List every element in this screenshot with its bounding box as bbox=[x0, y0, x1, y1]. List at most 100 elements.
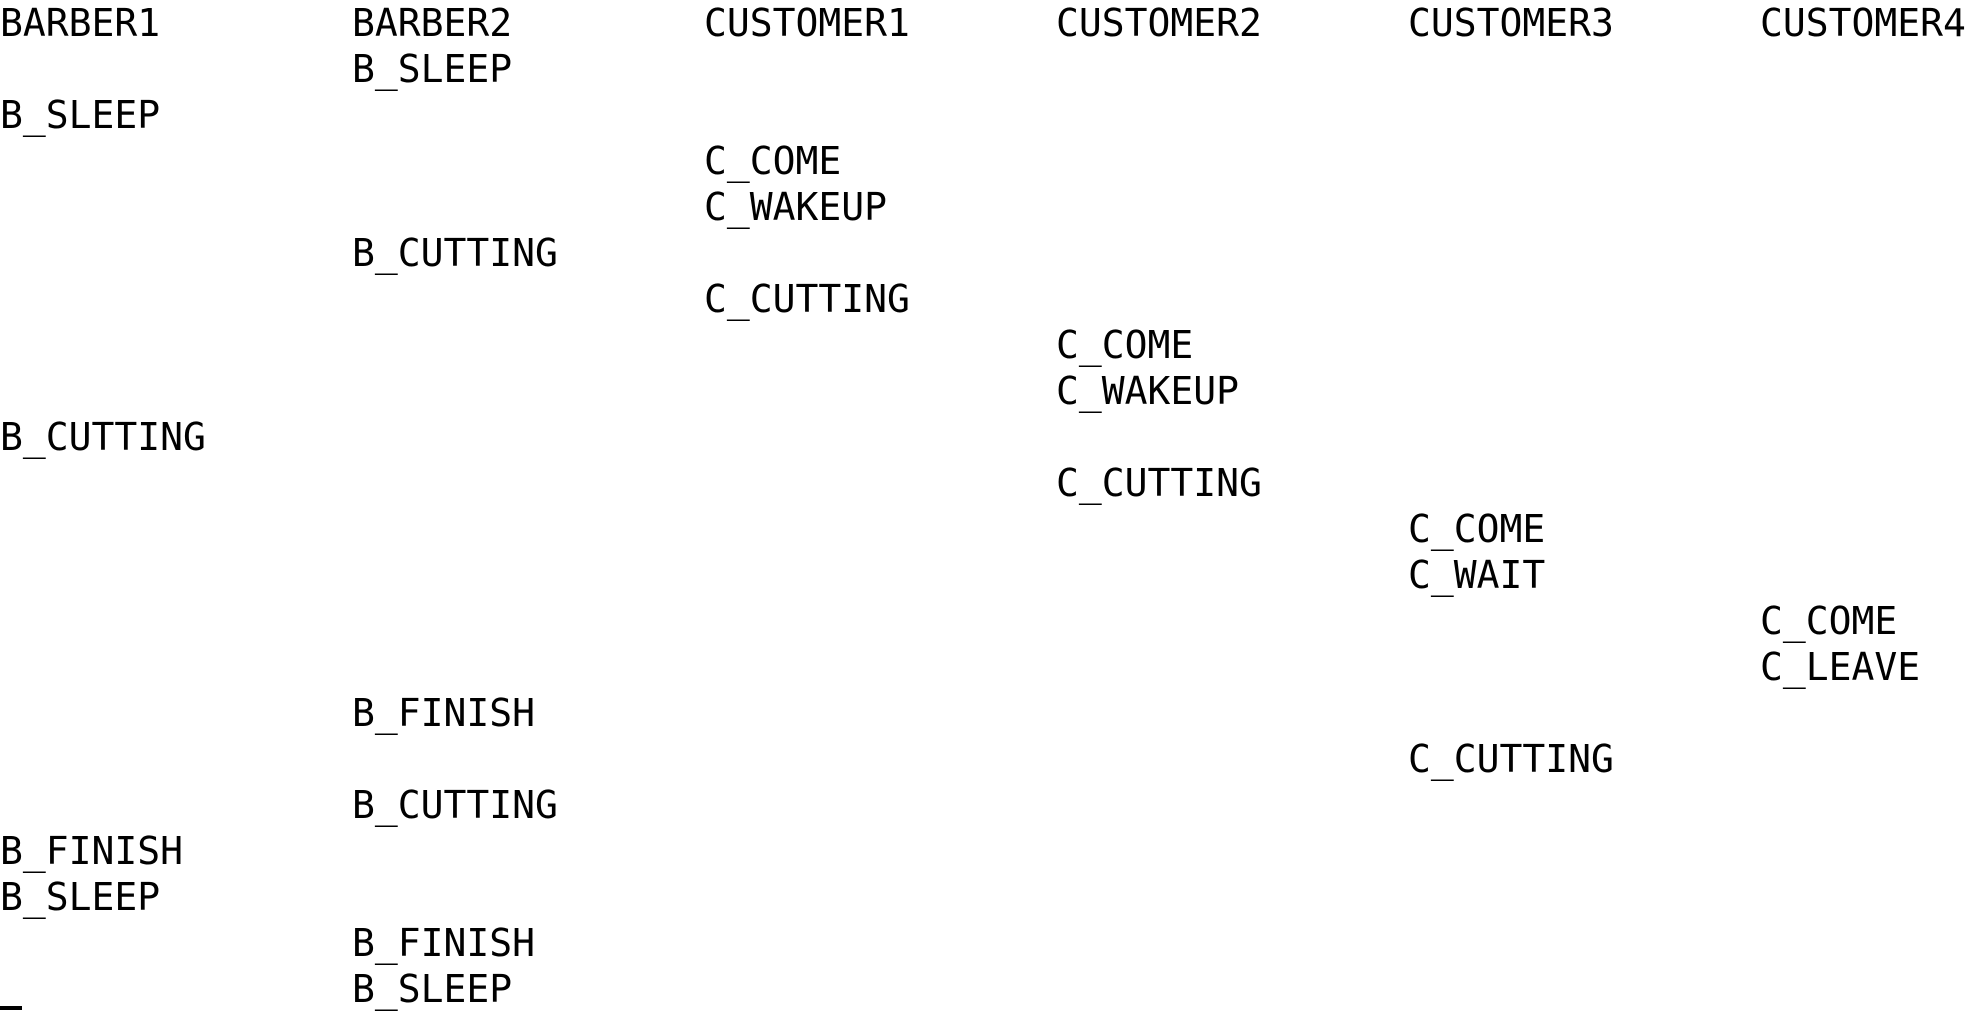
trace-cell-customer2 bbox=[1056, 92, 1408, 138]
trace-cell-customer4 bbox=[1760, 138, 1972, 184]
trace-cell-customer1: C_WAKEUP bbox=[704, 185, 888, 229]
trace-cell-barber2 bbox=[352, 276, 704, 322]
trace-cell-customer1 bbox=[704, 506, 1056, 552]
trace-cell-barber2: B_FINISH bbox=[352, 921, 536, 965]
trace-cell-customer1 bbox=[704, 230, 1056, 276]
trace-cell-barber2 bbox=[352, 184, 704, 230]
trace-cell-customer1 bbox=[704, 966, 1056, 1012]
trace-cell-customer1 bbox=[704, 782, 1056, 828]
trace-cell-customer4 bbox=[1760, 322, 1972, 368]
trace-cell-customer1 bbox=[704, 644, 1056, 690]
trace-cell-customer2 bbox=[1056, 736, 1408, 782]
trace-cell-barber2 bbox=[352, 552, 704, 598]
trace-cell-customer2: C_WAKEUP bbox=[1056, 369, 1240, 413]
column-header-barber2: BARBER2 bbox=[352, 1, 513, 45]
trace-cell-customer1 bbox=[704, 322, 1056, 368]
trace-cell-customer3 bbox=[1408, 920, 1760, 966]
trace-cell-customer2 bbox=[1056, 966, 1408, 1012]
trace-cell-barber2: B_CUTTING bbox=[352, 231, 558, 275]
trace-cell-customer2: C_CUTTING bbox=[1056, 461, 1262, 505]
trace-cell-barber2 bbox=[352, 414, 704, 460]
trace-cell-barber1 bbox=[0, 644, 352, 690]
trace-cell-customer1 bbox=[704, 92, 1056, 138]
trace-cell-barber2: B_SLEEP bbox=[352, 967, 513, 1011]
trace-cell-customer3 bbox=[1408, 322, 1760, 368]
trace-cell-customer2 bbox=[1056, 782, 1408, 828]
trace-cell-customer1 bbox=[704, 828, 1056, 874]
trace-cell-customer3 bbox=[1408, 368, 1760, 414]
trace-cell-barber1: B_SLEEP bbox=[0, 93, 161, 137]
trace-cell-customer2 bbox=[1056, 276, 1408, 322]
trace-cell-barber2 bbox=[352, 598, 704, 644]
trace-cell-customer4 bbox=[1760, 552, 1972, 598]
trace-cell-customer3 bbox=[1408, 874, 1760, 920]
trace-cell-customer3 bbox=[1408, 782, 1760, 828]
trace-cell-barber2 bbox=[352, 92, 704, 138]
trace-cell-barber1 bbox=[0, 736, 352, 782]
trace-cell-barber2 bbox=[352, 368, 704, 414]
trace-cell-customer4 bbox=[1760, 368, 1972, 414]
trace-cell-barber1 bbox=[0, 230, 352, 276]
trace-cell-customer3 bbox=[1408, 184, 1760, 230]
trace-cell-customer2 bbox=[1056, 920, 1408, 966]
trace-cell-barber1 bbox=[0, 782, 352, 828]
terminal-cursor bbox=[0, 1006, 22, 1010]
trace-cell-customer4 bbox=[1760, 506, 1972, 552]
trace-cell-customer4: C_COME bbox=[1760, 599, 1898, 643]
trace-cell-barber1 bbox=[0, 276, 352, 322]
trace-cell-customer2 bbox=[1056, 414, 1408, 460]
trace-cell-customer4 bbox=[1760, 230, 1972, 276]
trace-cell-customer4 bbox=[1760, 966, 1972, 1012]
trace-cell-barber1 bbox=[0, 920, 352, 966]
trace-cell-customer2 bbox=[1056, 552, 1408, 598]
trace-cell-customer1: C_COME bbox=[704, 139, 842, 183]
trace-cell-customer3 bbox=[1408, 966, 1760, 1012]
trace-cell-customer3 bbox=[1408, 690, 1760, 736]
trace-cell-barber1: B_FINISH bbox=[0, 829, 184, 873]
trace-cell-customer2 bbox=[1056, 184, 1408, 230]
trace-cell-customer4 bbox=[1760, 46, 1972, 92]
trace-cell-barber2 bbox=[352, 138, 704, 184]
trace-cell-barber2: B_FINISH bbox=[352, 691, 536, 735]
trace-cell-customer1 bbox=[704, 552, 1056, 598]
trace-cell-customer4 bbox=[1760, 828, 1972, 874]
trace-cell-barber1 bbox=[0, 552, 352, 598]
trace-cell-customer2 bbox=[1056, 506, 1408, 552]
trace-cell-customer1 bbox=[704, 690, 1056, 736]
trace-cell-customer3 bbox=[1408, 92, 1760, 138]
trace-cell-customer3 bbox=[1408, 230, 1760, 276]
trace-cell-customer1 bbox=[704, 368, 1056, 414]
trace-cell-customer1: C_CUTTING bbox=[704, 277, 910, 321]
trace-cell-barber1 bbox=[0, 690, 352, 736]
trace-cell-customer4 bbox=[1760, 920, 1972, 966]
trace-cell-customer4 bbox=[1760, 276, 1972, 322]
simulation-trace-table: BARBER1 BARBER2 CUSTOMER1 CUSTOMER2 CUSTOMER… bbox=[0, 0, 1972, 1012]
trace-cell-customer1 bbox=[704, 920, 1056, 966]
trace-cell-barber2: B_CUTTING bbox=[352, 783, 558, 827]
trace-cell-barber2 bbox=[352, 644, 704, 690]
trace-cell-barber1 bbox=[0, 598, 352, 644]
trace-cell-customer3 bbox=[1408, 138, 1760, 184]
trace-cell-customer3: C_WAIT bbox=[1408, 553, 1546, 597]
trace-cell-barber1 bbox=[0, 368, 352, 414]
trace-cell-customer2 bbox=[1056, 598, 1408, 644]
trace-cell-customer2 bbox=[1056, 644, 1408, 690]
trace-cell-barber1 bbox=[0, 138, 352, 184]
trace-cell-barber2 bbox=[352, 322, 704, 368]
trace-cell-customer3 bbox=[1408, 276, 1760, 322]
trace-cell-customer3: C_COME bbox=[1408, 507, 1546, 551]
column-header-barber1: BARBER1 bbox=[0, 1, 161, 45]
column-header-customer1: CUSTOMER1 bbox=[704, 1, 910, 45]
trace-cell-customer2 bbox=[1056, 46, 1408, 92]
trace-cell-customer2 bbox=[1056, 874, 1408, 920]
trace-cell-customer1 bbox=[704, 460, 1056, 506]
trace-cell-barber2 bbox=[352, 736, 704, 782]
trace-cell-customer1 bbox=[704, 46, 1056, 92]
trace-cell-customer1 bbox=[704, 414, 1056, 460]
trace-cell-customer4 bbox=[1760, 690, 1972, 736]
terminal-output: BARBER1 BARBER2 CUSTOMER1 CUSTOMER2 CUSTOMER… bbox=[0, 0, 1972, 1018]
trace-cell-barber1 bbox=[0, 460, 352, 506]
trace-cell-customer3 bbox=[1408, 644, 1760, 690]
trace-cell-customer3 bbox=[1408, 598, 1760, 644]
column-header-customer3: CUSTOMER3 bbox=[1408, 1, 1614, 45]
